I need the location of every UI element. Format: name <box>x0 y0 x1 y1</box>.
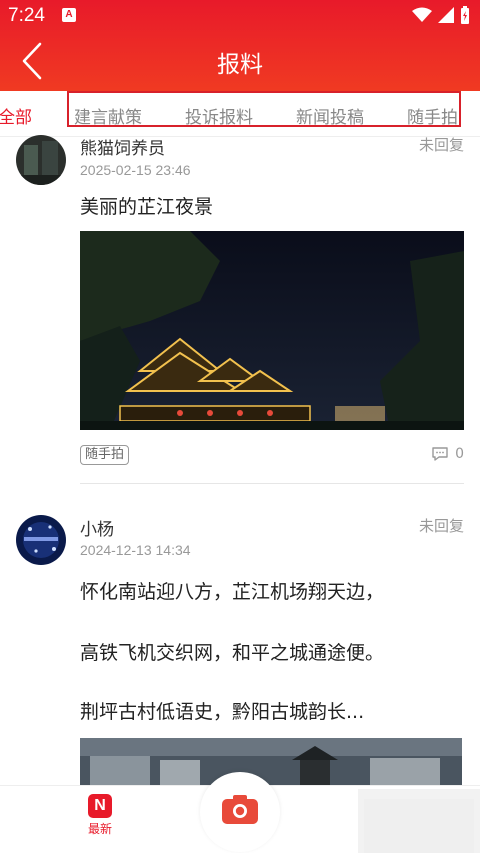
camera-button[interactable] <box>200 772 280 852</box>
camera-icon <box>222 795 258 824</box>
reply-status: 未回复 <box>418 136 464 154</box>
battery-icon <box>461 6 469 24</box>
nav-latest[interactable]: N 最新 <box>80 794 120 837</box>
avatar[interactable] <box>16 515 66 565</box>
tab-suggestions[interactable]: 建言献策 <box>74 103 142 128</box>
signal-icon <box>438 7 454 23</box>
tab-complaints[interactable]: 投诉报料 <box>185 103 253 128</box>
wifi-icon <box>412 7 432 22</box>
author-name: 小杨 <box>80 520 114 540</box>
post-tag[interactable]: 随手拍 <box>80 445 130 465</box>
post-time: 2025-02-15 23:46 <box>80 162 191 178</box>
tab-snapshots[interactable]: 随手拍 <box>407 103 458 128</box>
category-tabs: 全部 建言献策 投诉报料 新闻投稿 随手拍 <box>0 91 480 137</box>
tab-all[interactable]: 全部 <box>0 103 32 128</box>
reply-status: 未回复 <box>418 517 464 535</box>
comment-count-value: 0 <box>455 446 464 462</box>
tab-news-submission[interactable]: 新闻投稿 <box>296 103 364 128</box>
notification-icon: A <box>62 8 76 22</box>
post-image[interactable] <box>80 231 464 430</box>
latest-icon: N <box>88 794 112 818</box>
post-content-line: 怀化南站迎八方，芷江机场翔天边， <box>80 581 385 603</box>
nav-latest-label: 最新 <box>87 822 112 836</box>
post-content-line: 荆坪古村低语史，黔阳古城韵长... <box>80 701 365 723</box>
post-content: 美丽的芷江夜景 <box>80 196 214 218</box>
status-time: 7:24 <box>8 5 45 26</box>
app-header: 7:24 A 报料 <box>0 0 480 91</box>
page-title: 报料 <box>217 52 263 78</box>
avatar[interactable] <box>16 135 66 185</box>
floating-panel-inner <box>364 799 474 853</box>
comment-icon <box>432 447 448 461</box>
post-divider <box>80 483 464 484</box>
author-name: 熊猫饲养员 <box>80 139 165 159</box>
post-content-line: 高铁飞机交织网，和平之城通途便。 <box>80 642 385 664</box>
floating-panel <box>358 789 480 853</box>
comment-count[interactable]: 0 <box>431 446 464 462</box>
post-image[interactable] <box>80 738 462 786</box>
post-time: 2024-12-13 14:34 <box>80 542 191 558</box>
status-icons <box>412 6 470 24</box>
